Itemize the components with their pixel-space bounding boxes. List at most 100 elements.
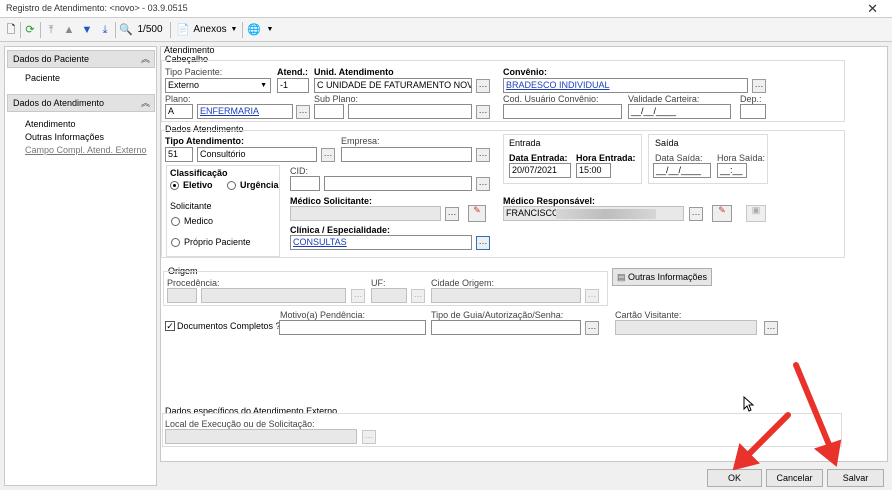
cartao-visitante-input[interactable] — [615, 320, 757, 335]
data-entrada-input[interactable]: 20/07/2021 — [509, 163, 571, 178]
cidade-origem-label: Cidade Origem: — [431, 278, 495, 288]
sub-plano-lookup-button[interactable]: … — [476, 105, 490, 119]
cod-usuario-label: Cod. Usuário Convênio: — [503, 94, 599, 104]
medico-radio[interactable] — [171, 217, 180, 226]
plano-input[interactable]: ENFERMARIA — [197, 104, 293, 119]
empresa-label: Empresa: — [341, 136, 380, 146]
validade-label: Validade Carteira: — [628, 94, 700, 104]
tipo-atendimento-label: Tipo Atendimento: — [165, 136, 244, 146]
classificacao-title: Classificação — [170, 168, 228, 178]
edit-icon[interactable]: ✎ — [712, 205, 732, 222]
dep-label: Dep.: — [740, 94, 762, 104]
documentos-completos-checkbox[interactable]: ✓ — [165, 321, 175, 331]
tipo-guia-lookup-button[interactable]: … — [585, 321, 599, 335]
urgencia-radio[interactable] — [227, 181, 236, 190]
info-icon: ▤ — [616, 272, 628, 282]
sub-plano-input[interactable] — [348, 104, 472, 119]
first-record-icon[interactable]: ⤒ — [44, 22, 58, 38]
close-icon[interactable]: ✕ — [867, 1, 878, 17]
convenio-lookup-button[interactable]: … — [752, 79, 766, 93]
sidebar-item-paciente[interactable]: Paciente — [25, 73, 60, 83]
hora-entrada-label: Hora Entrada: — [576, 153, 636, 163]
outras-informacoes-button[interactable]: ▤ Outras Informações — [612, 268, 712, 286]
atend-input[interactable]: -1 — [277, 78, 309, 93]
medico-solicitante-input[interactable] — [290, 206, 441, 221]
record-counter: 1/500 — [137, 24, 163, 35]
tipo-atendimento-input[interactable]: Consultório — [197, 147, 317, 162]
title-bar: Registro de Atendimento: <novo> - 03.9.0… — [0, 0, 892, 18]
cod-usuario-input[interactable] — [503, 104, 622, 119]
tipo-paciente-select[interactable]: Externo ▼ — [165, 78, 271, 93]
convenio-input[interactable]: BRADESCO INDIVIDUAL — [503, 78, 748, 93]
sub-plano-label: Sub Plano: — [314, 94, 359, 104]
unid-atendimento-label: Unid. Atendimento — [314, 67, 394, 77]
data-saida-input[interactable]: __/__/____ — [653, 163, 711, 178]
tipo-atendimento-code-input[interactable]: 51 — [165, 147, 193, 162]
procedencia-lookup-button[interactable]: … — [351, 289, 365, 303]
medico-responsavel-lookup-button[interactable]: … — [689, 207, 703, 221]
medico-responsavel-input[interactable]: FRANCISCO — [503, 206, 684, 221]
hora-entrada-input[interactable]: 15:00 — [576, 163, 611, 178]
plano-lookup-button[interactable]: … — [296, 105, 310, 119]
chevron-up-icon: ︽ — [140, 98, 150, 108]
sub-plano-code-input[interactable] — [314, 104, 344, 119]
sidebar-header-paciente[interactable]: Dados do Paciente ︽ — [7, 50, 155, 68]
hora-saida-input[interactable]: __:__ — [717, 163, 747, 178]
arrow-to-ok — [732, 412, 791, 471]
sidebar-item-outras[interactable]: Outras Informações — [25, 132, 104, 142]
validade-input[interactable]: __/__/____ — [628, 104, 731, 119]
clinica-input[interactable]: CONSULTAS — [290, 235, 472, 250]
eletivo-radio[interactable] — [170, 181, 179, 190]
procedencia-label: Procedência: — [167, 278, 220, 288]
procedencia-code-input[interactable] — [167, 288, 197, 303]
binoculars-icon[interactable]: 🔍 — [119, 22, 133, 38]
cid-label: CID: — [290, 166, 308, 176]
motivo-pendencia-input[interactable] — [279, 320, 426, 335]
edit-icon[interactable]: ✎ — [468, 205, 486, 222]
next-record-icon[interactable]: ▼ — [80, 22, 94, 38]
empresa-lookup-button[interactable]: … — [476, 148, 490, 162]
unid-atendimento-input[interactable]: C UNIDADE DE FATURAMENTO NOVA C — [314, 78, 472, 93]
redacted-text — [556, 209, 656, 219]
uf-input[interactable] — [371, 288, 407, 303]
medico-solicitante-label: Médico Solicitante: — [290, 196, 373, 206]
tipo-atendimento-lookup-button[interactable]: … — [321, 148, 335, 162]
cid-lookup-button[interactable]: … — [476, 177, 490, 191]
globe-dropdown-icon[interactable]: ▼ — [266, 22, 274, 38]
new-document-icon[interactable]: 🗋 — [4, 22, 18, 38]
plano-code-input[interactable]: A — [165, 104, 193, 119]
sidebar-item-campo-compl[interactable]: Campo Compl. Atend. Externo — [25, 145, 147, 155]
anexos-button[interactable]: Anexos — [192, 22, 228, 38]
last-record-icon[interactable]: ⤓ — [98, 22, 112, 38]
tipo-guia-input[interactable] — [431, 320, 581, 335]
chevron-down-icon[interactable]: ▼ — [230, 22, 238, 38]
atend-label: Atend.: — [277, 67, 308, 77]
profile-icon[interactable]: ▣ — [746, 205, 766, 222]
medico-solicitante-lookup-button[interactable]: … — [445, 207, 459, 221]
clinica-lookup-button[interactable]: … — [476, 236, 490, 250]
annotation-arrows — [732, 362, 842, 471]
clinica-label: Clínica / Especialidade: — [290, 225, 391, 235]
cid-input[interactable] — [324, 176, 472, 191]
sidebar-item-atendimento[interactable]: Atendimento — [25, 119, 76, 129]
cidade-origem-lookup-button[interactable]: … — [585, 289, 599, 303]
tipo-guia-label: Tipo de Guia/Autorização/Senha: — [431, 310, 564, 320]
globe-icon[interactable]: 🌐 — [247, 22, 261, 38]
previous-record-icon[interactable]: ▲ — [62, 22, 76, 38]
attachment-icon: 📄 — [176, 24, 190, 36]
cidade-origem-input[interactable] — [431, 288, 581, 303]
sidebar-header-atendimento[interactable]: Dados do Atendimento ︽ — [7, 94, 155, 112]
chevron-down-icon: ▼ — [260, 82, 267, 89]
procedencia-input[interactable] — [201, 288, 346, 303]
refresh-icon[interactable]: ⟳ — [23, 22, 37, 38]
cid-code-input[interactable] — [290, 176, 320, 191]
proprio-paciente-radio[interactable] — [171, 238, 180, 247]
uf-lookup-button[interactable]: … — [411, 289, 425, 303]
empresa-input[interactable] — [341, 147, 472, 162]
cartao-visitante-lookup-button[interactable]: … — [764, 321, 778, 335]
urgencia-label: Urgência — [240, 180, 279, 190]
local-execucao-lookup-button[interactable]: … — [362, 430, 376, 444]
unid-lookup-button[interactable]: … — [476, 79, 490, 93]
dep-input[interactable] — [740, 104, 766, 119]
local-execucao-input[interactable] — [165, 429, 357, 444]
